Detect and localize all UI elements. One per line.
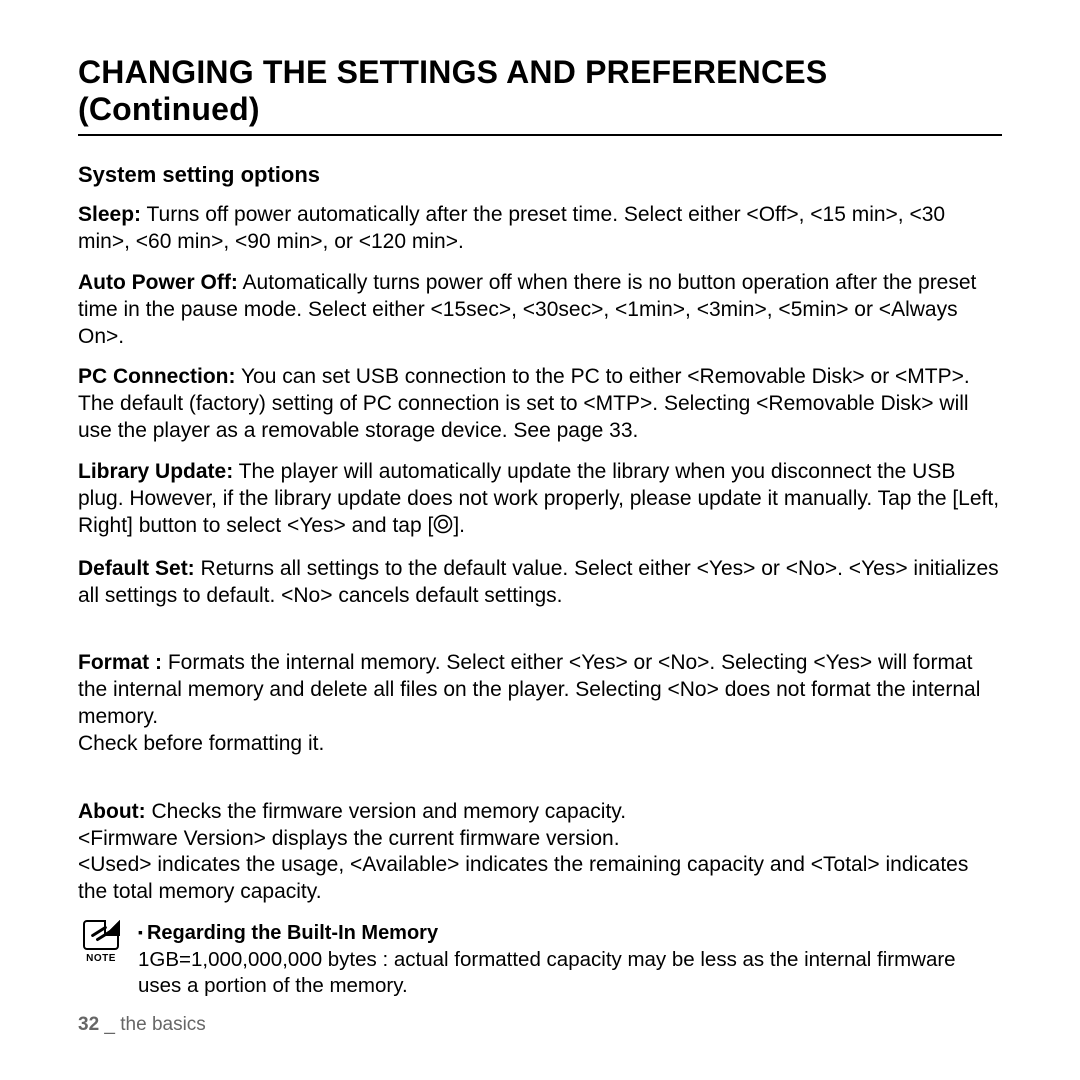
text-lib-b: ].	[453, 514, 465, 537]
setting-format: Format : Formats the internal memory. Se…	[78, 623, 1002, 757]
page-title: CHANGING THE SETTINGS AND PREFERENCES (C…	[78, 54, 1002, 136]
settings-body: Sleep: Turns off power automatically aft…	[78, 202, 1002, 999]
note-block: NOTE ▪Regarding the Built-In Memory 1GB=…	[78, 920, 1002, 999]
setting-default-set: Default Set: Returns all settings to the…	[78, 556, 1002, 610]
setting-sleep: Sleep: Turns off power automatically aft…	[78, 202, 1002, 256]
section-subtitle: System setting options	[78, 162, 1002, 188]
term-def: Default Set:	[78, 557, 195, 580]
text-fmt: Formats the internal memory. Select eith…	[78, 651, 980, 755]
setting-auto-power-off: Auto Power Off: Automatically turns powe…	[78, 270, 1002, 351]
note-body: ▪Regarding the Built-In Memory 1GB=1,000…	[138, 920, 1002, 999]
note-icon	[83, 920, 119, 950]
page-footer: 32 _ the basics	[78, 1014, 206, 1036]
term-sleep: Sleep:	[78, 203, 141, 226]
page-number: 32	[78, 1014, 99, 1035]
footer-sep: _	[99, 1014, 120, 1035]
setting-pc-connection: PC Connection: You can set USB connectio…	[78, 364, 1002, 445]
note-label: NOTE	[86, 953, 116, 964]
term-pc: PC Connection:	[78, 365, 236, 388]
text-about: Checks the firmware version and memory c…	[78, 800, 968, 904]
term-about: About:	[78, 800, 146, 823]
setting-library-update: Library Update: The player will automati…	[78, 459, 1002, 542]
setting-about: About: Checks the firmware version and m…	[78, 772, 1002, 906]
note-icon-wrap: NOTE	[78, 920, 124, 964]
term-lib: Library Update:	[78, 460, 233, 483]
select-button-icon	[433, 514, 453, 542]
term-fmt: Format :	[78, 651, 162, 674]
term-apo: Auto Power Off:	[78, 271, 238, 294]
note-heading: Regarding the Built-In Memory	[147, 922, 438, 944]
note-text: 1GB=1,000,000,000 bytes : actual formatt…	[138, 947, 1002, 999]
text-def: Returns all settings to the default valu…	[78, 557, 999, 607]
bullet-icon: ▪	[138, 924, 143, 940]
text-sleep: Turns off power automatically after the …	[78, 203, 945, 253]
footer-section: the basics	[120, 1014, 206, 1035]
